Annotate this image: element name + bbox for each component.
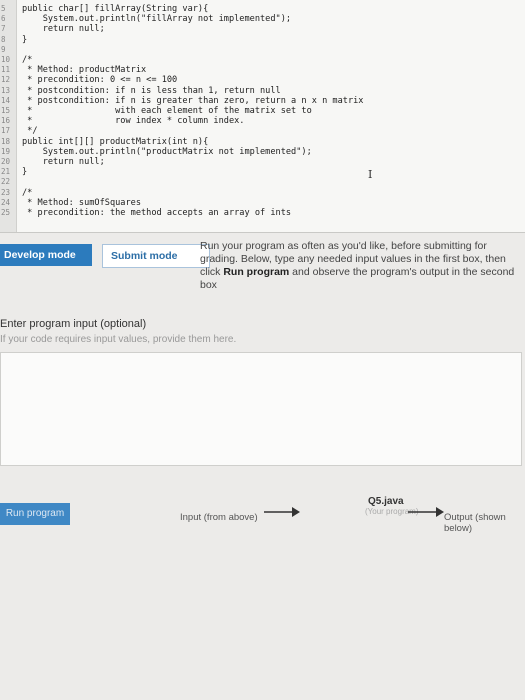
code-line: /*: [22, 55, 33, 65]
code-line: * postcondition: if n is greater than ze…: [22, 95, 364, 106]
code-line: }: [22, 34, 28, 45]
output-label: Output (shown below): [444, 512, 506, 534]
code-line: /*: [22, 187, 33, 198]
line-number: 5: [1, 4, 6, 13]
line-number: 7: [1, 24, 6, 34]
line-number: 6: [1, 14, 6, 24]
line-number: 24: [1, 197, 11, 207]
line-number: 20: [1, 157, 11, 166]
line-number: 15: [1, 106, 11, 115]
code-line: * Method: productMatrix: [22, 65, 147, 76]
code-line: return null;: [22, 157, 105, 167]
line-number: 14: [1, 95, 11, 105]
input-hint: If your code requires input values, prov…: [0, 334, 237, 345]
line-number: 25: [1, 208, 11, 217]
code-line: * with each element of the matrix set to: [22, 106, 312, 116]
input-title: Enter program input (optional): [0, 318, 147, 330]
code-line: * precondition: the method accepts an ar…: [22, 208, 292, 218]
line-number: 10: [1, 55, 11, 64]
line-number: 19: [1, 146, 11, 156]
line-number: 13: [1, 85, 11, 95]
line-number: 23: [1, 187, 11, 197]
code-line: System.out.println("fillArray not implem…: [22, 14, 292, 25]
code-line: public int[][] productMatrix(int n){: [22, 136, 209, 147]
develop-mode-button[interactable]: Develop mode: [0, 244, 92, 266]
code-line: * row index * column index.: [22, 116, 245, 127]
arrow-right-icon: [264, 507, 300, 517]
code-line: }: [22, 167, 28, 178]
instructions-text: Run your program as often as you'd like,…: [200, 240, 525, 292]
line-number: 22: [1, 177, 11, 187]
code-line: public char[] fillArray(String var){: [22, 4, 209, 14]
text-cursor-icon: I: [368, 168, 373, 181]
instructions-run-program: Run program: [223, 266, 290, 278]
line-number: 18: [1, 136, 11, 146]
code-line: return null;: [22, 24, 105, 35]
line-number: 8: [1, 34, 6, 44]
code-line: */: [22, 126, 38, 137]
program-input-box[interactable]: [0, 352, 522, 466]
code-line: * Method: sumOfSquares: [22, 197, 141, 208]
input-from-above-label: Input (from above): [180, 512, 258, 523]
line-number: 21: [1, 167, 11, 177]
submit-mode-button[interactable]: Submit mode: [102, 244, 210, 268]
code-line: System.out.println("productMatrix not im…: [22, 146, 312, 157]
line-number: 17: [1, 126, 11, 136]
code-line: * postcondition: if n is less than 1, re…: [22, 85, 281, 96]
file-name-label: Q5.java: [368, 496, 404, 507]
code-line: * precondition: 0 <= n <= 100: [22, 75, 178, 86]
line-number: 12: [1, 75, 11, 85]
line-number: 9: [1, 44, 6, 54]
line-number: 16: [1, 116, 11, 126]
code-editor[interactable]: 5 public char[] fillArray(String var){ 6 S…: [0, 0, 525, 233]
line-number: 11: [1, 65, 11, 75]
arrow-right-icon: [408, 507, 444, 517]
run-program-button[interactable]: Run program: [0, 503, 70, 525]
